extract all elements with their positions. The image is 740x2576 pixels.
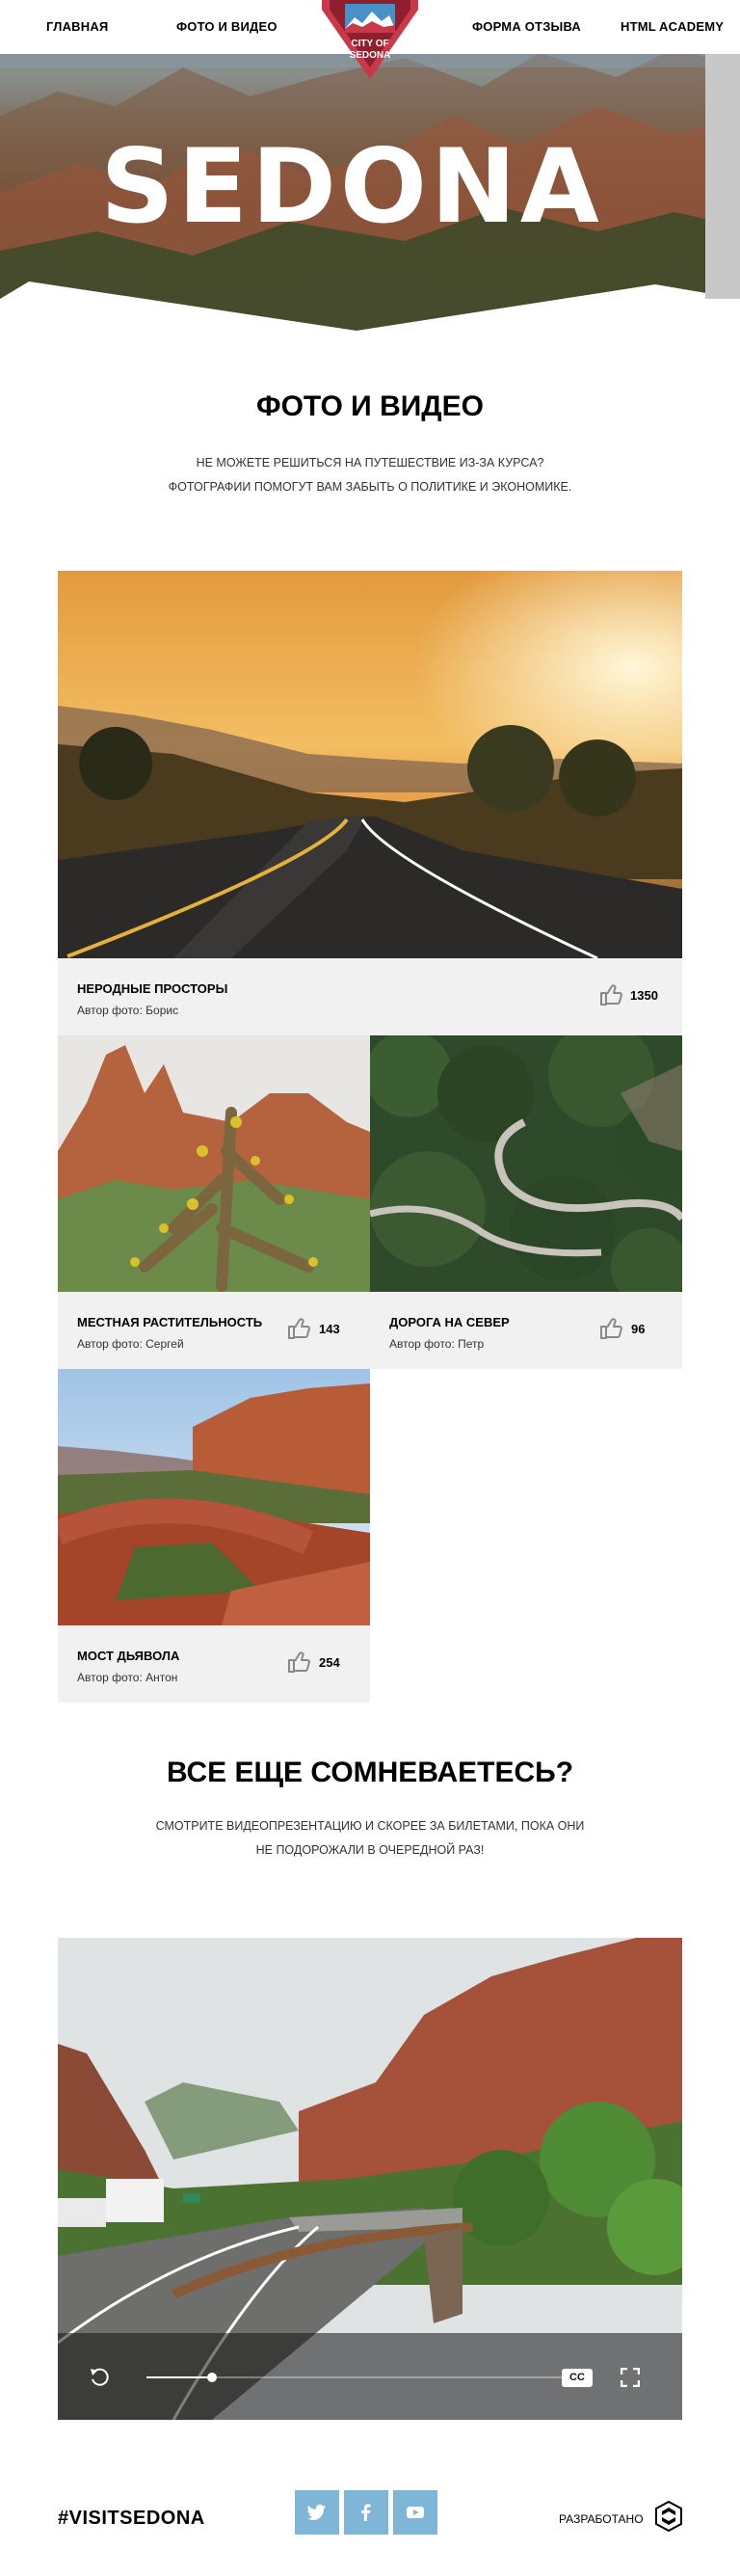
video-section-subtitle: СМОТРИТЕ ВИДЕОПРЕЗЕНТАЦИЮ И СКОРЕЕ ЗА БИ… (0, 1814, 740, 1863)
video-subtitle-line-1: СМОТРИТЕ ВИДЕОПРЕЗЕНТАЦИЮ И СКОРЕЕ ЗА БИ… (155, 1819, 585, 1833)
photo-cactus[interactable] (58, 1035, 370, 1292)
twitter-icon (307, 2504, 326, 2521)
video-progress-track[interactable] (146, 2373, 582, 2382)
like-count: 254 (319, 1655, 340, 1670)
thumbs-up-icon[interactable] (599, 1317, 624, 1340)
photo-road-sunset[interactable] (58, 571, 682, 958)
like-count: 143 (319, 1322, 340, 1336)
gallery-section-title: ФОТО И ВИДЕО (255, 390, 485, 422)
photo-title: МЕСТНАЯ РАСТИТЕЛЬНОСТЬ (77, 1315, 263, 1329)
photo-road-sunset-image (58, 571, 682, 958)
footer-hashtag: #VISITSEDONA (58, 2508, 205, 2529)
video-progress-knob[interactable] (206, 2373, 217, 2382)
youtube-button[interactable] (393, 2490, 437, 2535)
replay-icon[interactable] (89, 2367, 110, 2388)
svg-text:CITY OF: CITY OF (351, 39, 388, 49)
photo-title: ДОРОГА НА СЕВЕР (389, 1315, 510, 1329)
nav-link-home[interactable]: ГЛАВНАЯ (46, 19, 108, 34)
city-of-sedona-logo[interactable]: CITY OF SEDONA (320, 0, 420, 81)
thumbs-up-icon[interactable] (287, 1650, 312, 1674)
like-count: 96 (631, 1322, 646, 1336)
svg-text:SEDONA: SEDONA (350, 50, 391, 61)
like-count: 1350 (630, 988, 658, 1003)
photo-winding-road[interactable] (370, 1035, 682, 1292)
twitter-button[interactable] (295, 2490, 339, 2535)
photo-author: Автор фото: Борис (77, 1004, 179, 1017)
photo-cactus-image (58, 1035, 370, 1292)
photo-author: Автор фото: Сергей (77, 1337, 184, 1351)
developed-by-label: РАЗРАБОТАНО (559, 2512, 644, 2526)
photo-author: Автор фото: Антон (77, 1671, 178, 1684)
photo-card-caption: НЕРОДНЫЕ ПРОСТОРЫ Автор фото: Борис 1350 (58, 958, 682, 1035)
photo-author: Автор фото: Петр (389, 1337, 485, 1351)
facebook-icon (361, 2504, 371, 2521)
photo-card-caption: МОСТ ДЬЯВОЛА Автор фото: Антон 254 (58, 1625, 370, 1703)
video-subtitle-line-2: НЕ ПОДОРОЖАЛИ В ОЧЕРЕДНОЙ РАЗ! (255, 1843, 485, 1857)
hero-title: SEDONA (100, 127, 603, 246)
photo-card-caption: ДОРОГА НА СЕВЕР Автор фото: Петр 96 (370, 1292, 682, 1369)
gallery-subtitle-line-2: ФОТОГРАФИИ ПОМОГУТ ВАМ ЗАБЫТЬ О ПОЛИТИКЕ… (168, 480, 572, 494)
gallery-section-subtitle: НЕ МОЖЕТЕ РЕШИТЬСЯ НА ПУТЕШЕСТВИЕ ИЗ-ЗА … (0, 451, 740, 499)
hero-bottom-cut (0, 282, 740, 337)
scroll-strip (705, 54, 740, 299)
photo-card-caption: МЕСТНАЯ РАСТИТЕЛЬНОСТЬ Автор фото: Серге… (58, 1292, 370, 1369)
photo-title: МОСТ ДЬЯВОЛА (77, 1649, 180, 1663)
nav-link-feedback[interactable]: ФОРМА ОТЗЫВА (472, 19, 581, 34)
video-section-title: ВСЕ ЕЩЕ СОМНЕВАЕТЕСЬ? (166, 1757, 574, 1788)
photo-devils-bridge[interactable] (58, 1369, 370, 1625)
video-controls-bar: CC (58, 2333, 682, 2420)
youtube-icon (407, 2507, 424, 2518)
facebook-button[interactable] (344, 2490, 388, 2535)
thumbs-up-icon[interactable] (287, 1317, 312, 1340)
closed-captions-button[interactable]: CC (562, 2369, 593, 2387)
video-progress-fill (146, 2376, 212, 2378)
fullscreen-icon[interactable] (621, 2368, 640, 2387)
nav-link-html-academy[interactable]: HTML ACADEMY (621, 19, 724, 34)
html-academy-logo-icon[interactable] (655, 2501, 682, 2532)
photo-title: НЕРОДНЫЕ ПРОСТОРЫ (77, 981, 228, 996)
gallery-subtitle-line-1: НЕ МОЖЕТЕ РЕШИТЬСЯ НА ПУТЕШЕСТВИЕ ИЗ-ЗА … (196, 456, 544, 470)
thumbs-up-icon[interactable] (599, 983, 624, 1006)
photo-devils-bridge-image (58, 1369, 370, 1625)
photo-winding-road-image (370, 1035, 682, 1292)
nav-link-photo-video[interactable]: ФОТО И ВИДЕО (176, 19, 278, 34)
